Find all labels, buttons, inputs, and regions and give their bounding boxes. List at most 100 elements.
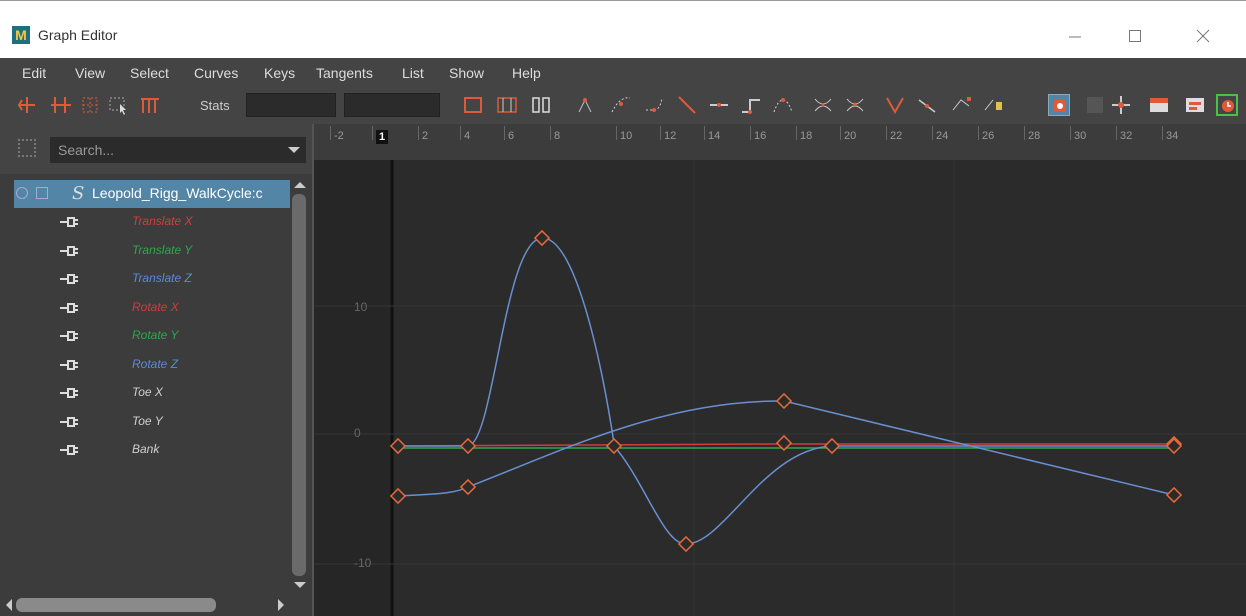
- plug-icon: [60, 274, 78, 284]
- ruler-label: 18: [800, 130, 813, 142]
- stats-value-field[interactable]: [344, 93, 440, 117]
- ruler-tick: [796, 126, 797, 140]
- clamped-tangent-icon[interactable]: [644, 94, 666, 116]
- outliner-horizontal-scrollbar[interactable]: [0, 594, 312, 616]
- time-editor-icon[interactable]: [1216, 94, 1238, 116]
- dope-sheet-icon[interactable]: [1148, 94, 1170, 116]
- outliner-vertical-scrollbar[interactable]: [290, 174, 312, 594]
- frame-selection-icon[interactable]: [496, 94, 518, 116]
- spline-tangent-icon[interactable]: [610, 94, 632, 116]
- ruler-label: 14: [708, 130, 721, 142]
- minimize-button[interactable]: [1052, 21, 1098, 51]
- ruler-tick: [1070, 126, 1071, 140]
- attribute-label: Bank: [132, 442, 160, 456]
- ruler-tick: [660, 126, 661, 140]
- menu-help[interactable]: Help: [512, 65, 541, 81]
- menu-curves[interactable]: Curves: [194, 65, 238, 81]
- attribute-row[interactable]: Translate Z: [0, 265, 290, 293]
- curve-canvas[interactable]: [314, 160, 1246, 616]
- ruler-tick: [460, 126, 461, 140]
- region-select-icon[interactable]: [108, 94, 130, 116]
- ruler-label: -2: [334, 130, 344, 142]
- menu-tangents[interactable]: Tangents: [316, 65, 373, 81]
- outliner-node-row[interactable]: S Leopold_Rigg_WalkCycle:c: [14, 180, 290, 208]
- scroll-right-icon[interactable]: [276, 597, 286, 613]
- maximize-button[interactable]: [1112, 21, 1158, 51]
- auto-load-icon[interactable]: [1048, 94, 1070, 116]
- frame-playback-range-icon[interactable]: [530, 94, 552, 116]
- auto-tangent-icon[interactable]: [576, 94, 598, 116]
- plateau-tangent-icon[interactable]: [772, 94, 794, 116]
- ruler-tick: [1162, 126, 1163, 140]
- buffer-curve-icon[interactable]: [812, 94, 834, 116]
- menu-select[interactable]: Select: [130, 65, 169, 81]
- menu-edit[interactable]: Edit: [22, 65, 46, 81]
- retime-tool-icon[interactable]: [138, 94, 160, 116]
- search-input[interactable]: Search...: [50, 137, 306, 163]
- maya-app-icon: M: [12, 26, 30, 44]
- break-tangents-icon[interactable]: [884, 94, 906, 116]
- plug-icon: [60, 331, 78, 341]
- scroll-up-icon[interactable]: [292, 180, 308, 190]
- scroll-left-icon[interactable]: [4, 597, 14, 613]
- ruler-label: 22: [890, 130, 903, 142]
- time-ruler[interactable]: -2 1 2 4 6 8 10 12 14 16 18 20 22 24 26 28 30 32 34: [314, 124, 1246, 160]
- horizontal-scroll-thumb[interactable]: [16, 598, 216, 612]
- menu-show[interactable]: Show: [449, 65, 484, 81]
- step-tangent-icon[interactable]: [740, 94, 762, 116]
- attribute-row[interactable]: Rotate Z: [0, 351, 290, 379]
- filter-icon[interactable]: [18, 139, 36, 157]
- vertical-scroll-thumb[interactable]: [292, 194, 306, 576]
- unify-tangents-icon[interactable]: [916, 94, 938, 116]
- flat-tangent-icon[interactable]: [708, 94, 730, 116]
- linear-tangent-icon[interactable]: [676, 94, 698, 116]
- plug-icon: [60, 388, 78, 398]
- ruler-label: 6: [508, 130, 515, 142]
- lock-tangent-weight-icon[interactable]: [982, 94, 1004, 116]
- chevron-down-icon[interactable]: [288, 147, 300, 153]
- ruler-label: 30: [1074, 130, 1087, 142]
- attribute-row[interactable]: Translate X: [0, 208, 290, 236]
- insert-key-icon[interactable]: [50, 94, 72, 116]
- swap-buffer-icon[interactable]: [844, 94, 866, 116]
- stats-frame-field[interactable]: [246, 93, 336, 117]
- attribute-row[interactable]: Bank: [0, 436, 290, 464]
- move-nearest-key-icon[interactable]: [16, 94, 38, 116]
- ruler-label: 34: [1166, 130, 1179, 142]
- ruler-label: 20: [844, 130, 857, 142]
- plug-icon: [60, 302, 78, 313]
- ruler-label: 4: [464, 130, 471, 142]
- keyframe-marker: [459, 437, 477, 455]
- attribute-row[interactable]: Translate Y: [0, 237, 290, 265]
- curve-translate-z: [398, 237, 1174, 545]
- minimize-icon: [1069, 36, 1081, 38]
- close-button[interactable]: [1180, 21, 1226, 51]
- menu-keys[interactable]: Keys: [264, 65, 295, 81]
- menu-list[interactable]: List: [402, 65, 424, 81]
- free-tangent-weight-icon[interactable]: [950, 94, 972, 116]
- y-axis-label: 0: [354, 426, 361, 440]
- graph-outliner: Search... S Leopold_Rigg_WalkCycle:c Tra…: [0, 124, 312, 616]
- attribute-row[interactable]: Toe X: [0, 379, 290, 407]
- collapse-icon[interactable]: [16, 187, 28, 199]
- menu-view[interactable]: View: [75, 65, 105, 81]
- normalize-icon[interactable]: [1110, 94, 1132, 116]
- keyframe-marker: [1165, 486, 1183, 504]
- ruler-tick: [504, 126, 505, 140]
- attribute-row[interactable]: Rotate X: [0, 294, 290, 322]
- ruler-tick: [418, 126, 419, 140]
- attribute-row[interactable]: Rotate Y: [0, 322, 290, 350]
- trax-editor-icon[interactable]: [1184, 94, 1206, 116]
- frame-all-icon[interactable]: [462, 94, 484, 116]
- stats-label: Stats: [200, 98, 230, 113]
- node-label: Leopold_Rigg_WalkCycle:c: [92, 185, 263, 201]
- from-selection-icon[interactable]: [1084, 94, 1106, 116]
- lattice-deform-icon[interactable]: [80, 94, 102, 116]
- scroll-down-icon[interactable]: [292, 580, 308, 590]
- expand-icon[interactable]: [36, 187, 48, 199]
- attribute-row[interactable]: Toe Y: [0, 408, 290, 436]
- ruler-tick: [750, 126, 751, 140]
- ruler-tick: [886, 126, 887, 140]
- graph-view[interactable]: -2 1 2 4 6 8 10 12 14 16 18 20 22 24 26 28 30 32 34 10 0 -10: [312, 124, 1246, 616]
- plug-icon: [60, 445, 78, 455]
